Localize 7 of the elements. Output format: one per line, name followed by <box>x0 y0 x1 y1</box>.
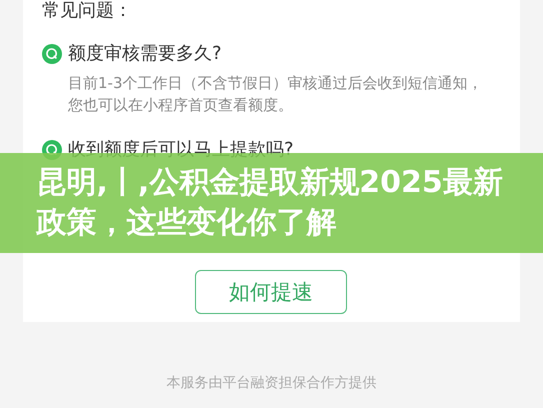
faq-answer: 目前1-3个工作日（不含节假日）审核通过后会收到短信通知，您也可以在小程序首页查看额度。 <box>68 73 484 116</box>
section-title: 常见问题： <box>42 0 133 22</box>
footer-note: 本服务由平台融资担保合作方提供 <box>166 374 378 392</box>
question-icon <box>42 44 62 64</box>
speed-up-button[interactable]: 如何提速 <box>195 270 347 314</box>
banner-title: 昆明,丨,公积金提取新规2025最新政策，这些变化你了解 <box>36 164 504 242</box>
faq-question: 额度审核需要多久? <box>68 42 222 66</box>
